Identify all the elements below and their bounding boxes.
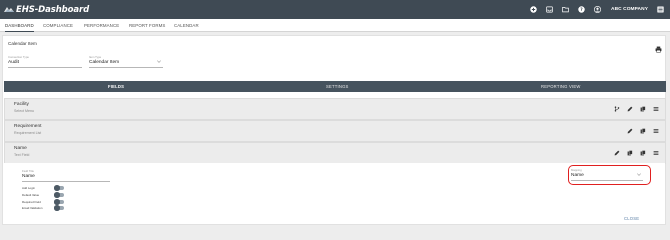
default-value-toggle[interactable]: [54, 192, 64, 198]
option-label: Required Field: [22, 200, 41, 204]
row-actions: [613, 149, 659, 156]
tab-fields[interactable]: FIELDS: [108, 81, 124, 92]
drag-handle-icon[interactable]: [652, 105, 659, 112]
add-circle-icon[interactable]: [529, 6, 537, 14]
connection-type-field[interactable]: Connection Type Audit: [8, 55, 82, 68]
top-icon-group: ? ABC COMPANY: [529, 0, 664, 19]
section-tab-bar: FIELDS SETTINGS REPORTING VIEW: [4, 81, 666, 92]
branch-icon[interactable]: [613, 105, 620, 112]
field-type: Requirement List: [14, 131, 42, 135]
email-validation-toggle[interactable]: [54, 205, 64, 211]
nav-tab-dashboard[interactable]: DASHBOARD: [5, 19, 34, 32]
main-navigation: DASHBOARD COMPLIANCE PERFORMANCE REPORT …: [0, 19, 670, 32]
field-editor: Field Title Name Add Login Default Value…: [3, 163, 665, 223]
top-app-bar: EHS-Dashboard ? ABC COMPANY: [0, 0, 670, 19]
field-row-name[interactable]: Name Text Field: [4, 142, 666, 164]
row-actions: [626, 127, 659, 134]
field-row-facility[interactable]: Facility Select Menu: [4, 98, 666, 120]
edit-icon[interactable]: [626, 127, 633, 134]
field-title-input[interactable]: Field Title Name: [22, 169, 110, 182]
menu-icon[interactable]: [656, 6, 664, 14]
logo-text: EHS-Dashboard: [16, 4, 90, 15]
copy-icon[interactable]: [626, 149, 633, 156]
field-title: Facility: [14, 102, 29, 107]
toggle-knob: [54, 185, 60, 191]
field-title: Name: [14, 146, 27, 151]
add-login-toggle[interactable]: [54, 185, 64, 191]
tab-reporting-view[interactable]: REPORTING VIEW: [541, 81, 580, 92]
option-label: Add Login: [22, 186, 36, 190]
toggle-knob: [54, 192, 60, 198]
field-type: Text Field: [14, 153, 30, 157]
option-email-validation: Email Validation: [22, 205, 64, 211]
connection-type-value: Audit: [8, 60, 19, 65]
option-add-login: Add Login: [22, 185, 64, 191]
field-title: Requirement: [14, 124, 42, 129]
field-type: Select Menu: [14, 109, 34, 113]
inbox-icon[interactable]: [545, 6, 553, 14]
option-label: Default Value: [22, 193, 40, 197]
required-field-toggle[interactable]: [54, 199, 64, 205]
edit-icon[interactable]: [626, 105, 633, 112]
help-icon[interactable]: ?: [577, 6, 585, 14]
copy-icon[interactable]: [639, 127, 646, 134]
mapping-highlight-box: [568, 165, 651, 185]
account-icon[interactable]: [593, 6, 601, 14]
toggle-knob: [54, 199, 60, 205]
print-icon[interactable]: [655, 40, 662, 53]
nav-tab-calendar[interactable]: CALENDAR: [174, 19, 199, 32]
close-button[interactable]: CLOSE: [624, 216, 639, 221]
field-title-input-underline: [22, 181, 110, 182]
drag-handle-icon[interactable]: [652, 127, 659, 134]
toggle-knob: [54, 205, 60, 211]
item-type-underline: [89, 67, 163, 68]
item-type-value: Calendar Item: [89, 60, 120, 65]
copy-icon[interactable]: [639, 105, 646, 112]
item-type-select[interactable]: Item Type Calendar Item: [89, 55, 163, 68]
row-actions: [613, 105, 659, 112]
panel-title: Calendar Item: [8, 41, 37, 46]
edit-icon[interactable]: [613, 149, 620, 156]
nav-tab-report-forms[interactable]: REPORT FORMS: [129, 19, 165, 32]
logo-wave-icon: [4, 7, 14, 12]
field-row-requirement[interactable]: Requirement Requirement List: [4, 120, 666, 142]
field-title-input-value: Name: [22, 174, 35, 179]
chevron-down-icon: [157, 60, 161, 63]
copy-icon[interactable]: [639, 149, 646, 156]
folder-icon[interactable]: [561, 6, 569, 14]
option-label: Email Validation: [22, 206, 43, 210]
tab-settings[interactable]: SETTINGS: [326, 81, 349, 92]
app-logo[interactable]: EHS-Dashboard: [4, 4, 89, 15]
nav-tab-performance[interactable]: PERFORMANCE: [84, 19, 119, 32]
option-default-value: Default Value: [22, 192, 64, 198]
nav-tab-compliance[interactable]: COMPLIANCE: [43, 19, 73, 32]
company-name[interactable]: ABC COMPANY: [611, 7, 648, 12]
drag-handle-icon[interactable]: [652, 149, 659, 156]
connection-type-underline: [8, 67, 82, 68]
